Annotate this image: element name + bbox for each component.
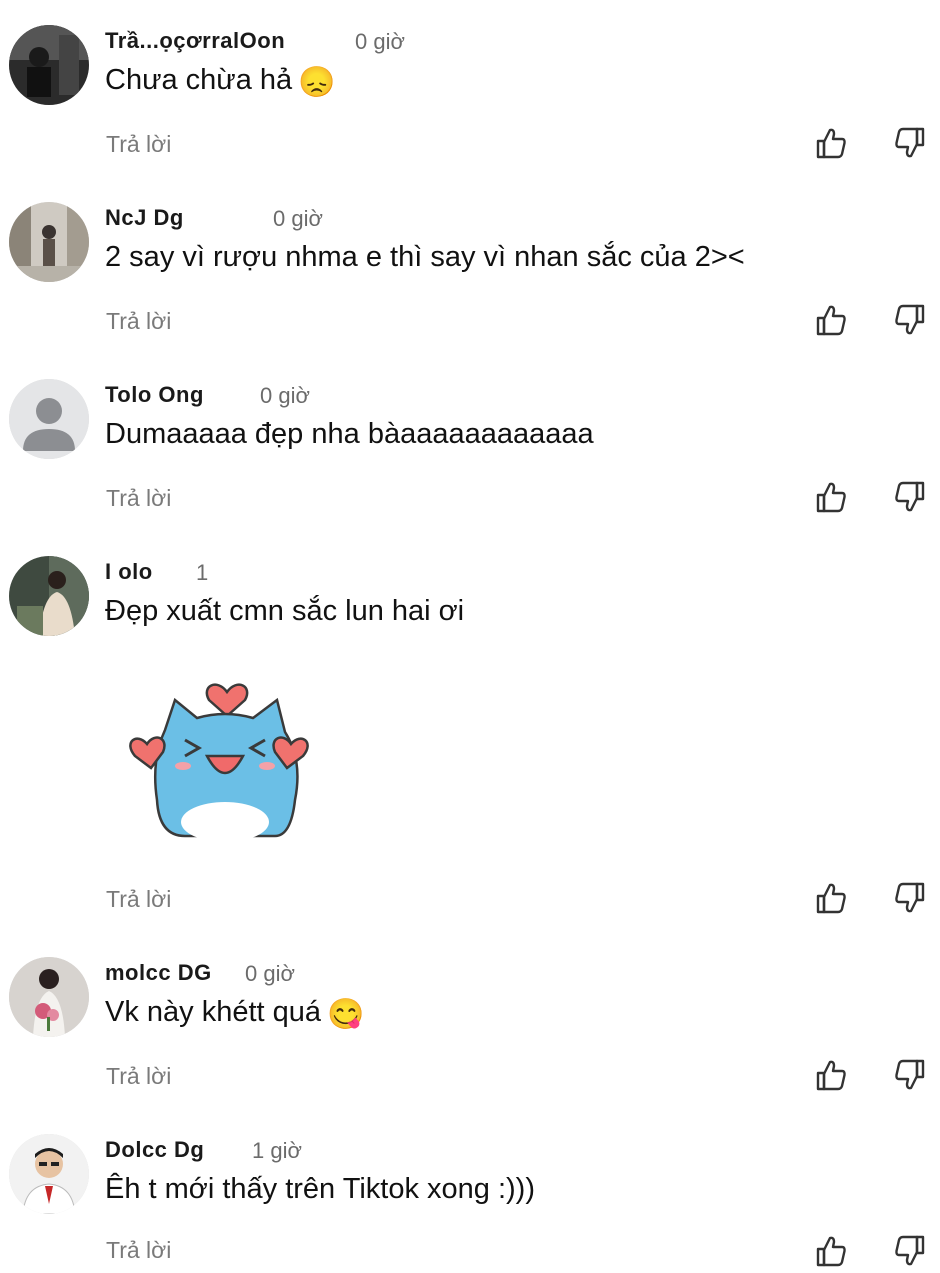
- reply-button[interactable]: Trả lời: [106, 1063, 171, 1090]
- comment-text-content: Chưa chừa hả: [105, 64, 293, 96]
- comment-text-content: Đẹp xuất cmn sắc lun hai ơi: [105, 595, 465, 627]
- reply-button[interactable]: Trả lời: [106, 308, 171, 335]
- comment-author[interactable]: I olo: [105, 559, 153, 585]
- avatar[interactable]: [9, 556, 89, 636]
- thumbs-up-icon[interactable]: [814, 303, 848, 337]
- thumbs-down-icon[interactable]: [893, 1234, 927, 1268]
- avatar[interactable]: [9, 957, 89, 1037]
- reply-button[interactable]: Trả lời: [106, 131, 171, 158]
- comment-text: 2 say vì rượu nhma e thì say vì nhan sắc…: [105, 241, 745, 274]
- avatar[interactable]: [9, 379, 89, 459]
- thumbs-up-icon[interactable]: [814, 126, 848, 160]
- avatar[interactable]: [9, 25, 89, 105]
- comment-time: 0 giờ: [245, 961, 295, 986]
- thumbs-down-icon[interactable]: [893, 1058, 927, 1092]
- avatar[interactable]: [9, 202, 89, 282]
- comment-text: Êh t mới thấy trên Tiktok xong :))): [105, 1173, 535, 1206]
- comment-text-content: Dumaaaaa đẹp nha bàaaaaaaaaaaaa: [105, 418, 594, 450]
- thumbs-down-icon[interactable]: [893, 881, 927, 915]
- thumbs-up-icon[interactable]: [814, 480, 848, 514]
- comment-text-content: Êh t mới thấy trên Tiktok xong :))): [105, 1173, 535, 1205]
- yum-face-emoji: 😋: [327, 998, 365, 1031]
- comment-text: Dumaaaaa đẹp nha bàaaaaaaaaaaaa: [105, 418, 594, 451]
- comment-text: Vk này khétt quá 😋: [105, 996, 364, 1032]
- avatar[interactable]: [9, 1134, 89, 1214]
- thumbs-up-icon[interactable]: [814, 1234, 848, 1268]
- blue-cat-hearts-sticker: [125, 660, 315, 850]
- sad-face-emoji: 😞: [298, 66, 336, 99]
- comment-author[interactable]: Trầ...ọçơrralOon: [105, 28, 285, 54]
- comment-author[interactable]: molcc DG: [105, 960, 212, 986]
- reply-button[interactable]: Trả lời: [106, 1237, 171, 1264]
- thumbs-up-icon[interactable]: [814, 1058, 848, 1092]
- comment-text-content: Vk này khétt quá: [105, 996, 322, 1028]
- comment-author[interactable]: Dolcc Dg: [105, 1137, 204, 1163]
- comment-time: 0 giờ: [273, 206, 323, 231]
- reply-button[interactable]: Trả lời: [106, 485, 171, 512]
- thumbs-down-icon[interactable]: [893, 480, 927, 514]
- comment-author[interactable]: NcJ Dg: [105, 205, 184, 231]
- comment-time: 1 giờ: [252, 1138, 302, 1163]
- comment-author[interactable]: Tolo Ong: [105, 382, 204, 408]
- comment-time: 0 giờ: [355, 29, 405, 54]
- comment-time: 1: [196, 560, 209, 585]
- thumbs-down-icon[interactable]: [893, 303, 927, 337]
- thumbs-down-icon[interactable]: [893, 126, 927, 160]
- comment-text: Đẹp xuất cmn sắc lun hai ơi: [105, 595, 464, 628]
- comment-text: Chưa chừa hả 😞: [105, 64, 336, 100]
- reply-button[interactable]: Trả lời: [106, 886, 171, 913]
- comment-text-content: 2 say vì rượu nhma e thì say vì nhan sắc…: [105, 241, 745, 273]
- thumbs-up-icon[interactable]: [814, 881, 848, 915]
- comment-time: 0 giờ: [260, 383, 310, 408]
